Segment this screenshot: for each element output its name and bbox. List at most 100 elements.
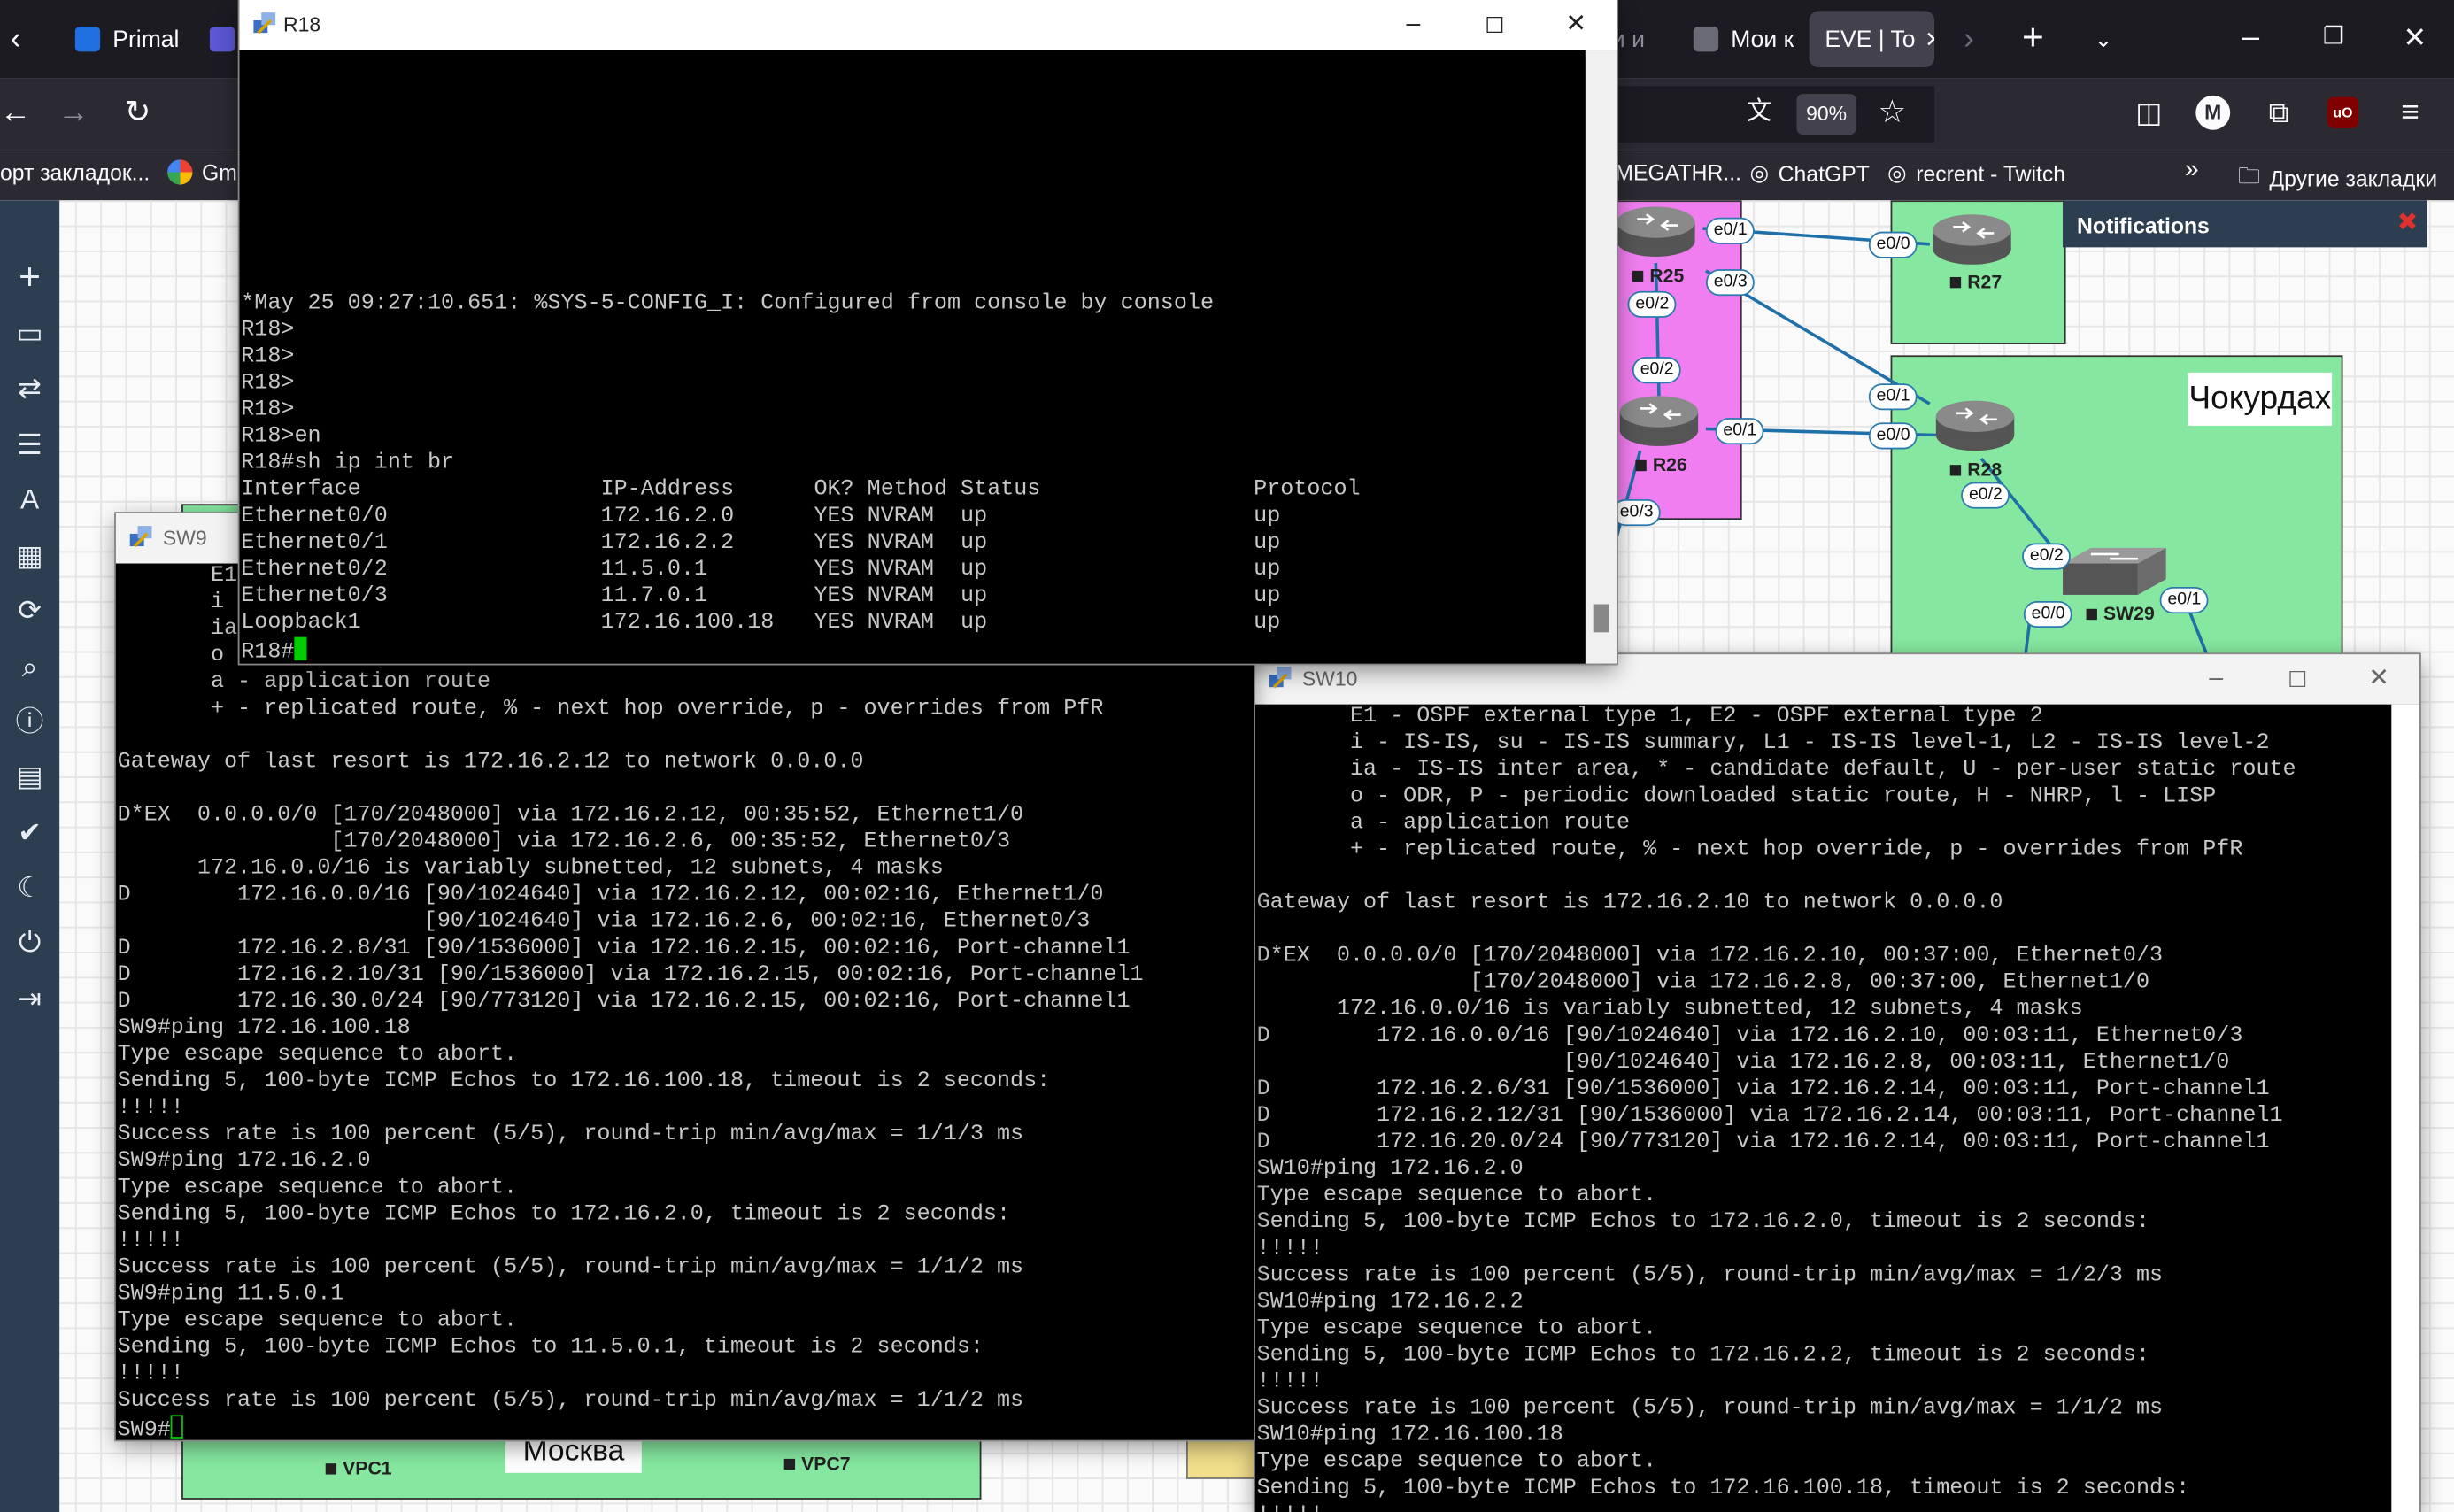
sw10-maximize-icon[interactable]: ☐ [2257,654,2338,705]
router-icon[interactable] [1934,395,2016,454]
r18-close-icon[interactable]: ✕ [1535,0,1617,50]
port-label: e0/2 [2022,543,2072,570]
terminal-line: 172.16.0.0/16 is variably subnetted, 12 … [1256,997,2083,1022]
switch-icon[interactable] [2060,542,2170,601]
tab-moi[interactable]: Мои к [1678,11,1802,67]
bookmark-gmail[interactable]: Gm [167,159,237,185]
r18-scrollbar-thumb[interactable] [1593,604,1609,633]
bookmark-chatgpt[interactable]: ◎ ChatGPT [1749,159,1869,186]
ublock-icon[interactable]: uO [2327,96,2359,128]
terminal-prompt: R18# [241,640,295,664]
terminal-line: D 172.16.2.8/31 [90/1536000] via 172.16.… [117,936,1131,961]
power-icon[interactable]: ⏻ [10,922,50,962]
terminal-line: Success rate is 100 percent (5/5), round… [1256,1262,2164,1289]
menu-icon[interactable]: ≡ [2391,94,2428,131]
port-label: e0/0 [1868,231,1918,258]
lab-details-icon[interactable]: ▤ [10,756,50,797]
more-bookmarks-icon[interactable]: » [2185,157,2199,185]
back-icon[interactable]: ← [0,94,31,131]
node-label-r26[interactable]: R26 [1635,454,1687,476]
bookmark-twitch[interactable]: ◎ recrent - Twitch [1887,159,2065,186]
pocket-icon[interactable]: ◫ [2130,94,2167,131]
status-info-icon[interactable]: ⓘ [10,701,50,742]
restore-browser-icon[interactable]: ❐ [2313,19,2354,56]
translate-icon[interactable]: 文 [1740,94,1778,131]
sw10-scrollbar[interactable] [2391,704,2420,1512]
minimize-browser-icon[interactable]: – [2230,19,2271,56]
r18-terminal-output[interactable]: *May 25 09:27:10.651: %SYS-5-CONFIG_I: C… [241,51,1586,664]
primal-favicon-icon [74,27,101,52]
reload-icon[interactable]: ↻ [119,94,156,131]
router-icon[interactable] [1932,208,2013,267]
extensions-icon[interactable]: ⧉ [2260,94,2297,131]
router-icon[interactable] [1618,390,1700,449]
new-tab-icon[interactable]: + [2014,19,2051,58]
refresh-topology-icon[interactable]: ⟳ [10,590,50,631]
terminal-line: D 172.16.30.0/24 [90/773120] via 172.16.… [117,989,1131,1014]
terminal-line: Sending 5, 100-byte ICMP Echos to 172.16… [1256,1209,2150,1236]
terminal-line: [90/1024640] via 172.16.2.8, 00:03:11, E… [1256,1050,2230,1076]
list-tabs-icon[interactable]: ⌄ [2085,20,2122,58]
terminal-line: !!!!! [117,1228,184,1254]
zoom-level-badge[interactable]: 90% [1796,94,1856,135]
lab-check-icon[interactable]: ✔ [10,813,50,853]
port-label: e0/0 [1868,422,1918,450]
r18-titlebar[interactable]: R18 – ☐ ✕ [239,0,1617,50]
terminal-line: Success rate is 100 percent (5/5), round… [117,1122,1024,1148]
dark-mode-icon[interactable]: ☾ [10,868,50,908]
bookmark-megathread[interactable]: MEGATHR... [1615,159,1741,184]
grid-icon[interactable]: ▦ [10,536,50,576]
networks-icon[interactable]: ⇄ [10,368,50,409]
sw10-minimize-icon[interactable]: – [2175,654,2257,705]
tab-partial[interactable] [194,11,241,67]
router-icon[interactable] [1615,200,1696,259]
terminal-line: Gateway of last resort is 172.16.2.12 to… [117,749,864,775]
r18-terminal-window[interactable]: R18 – ☐ ✕ *May 25 09:27:10.651: %SYS-5-C… [239,0,1617,664]
text-object-icon[interactable]: A [10,479,50,520]
terminal-line: Interface IP-Address OK? Method Status P… [241,477,1361,503]
add-object-icon[interactable]: + [10,258,50,299]
bookmark-star-icon[interactable]: ☆ [1873,94,1910,131]
terminal-line: D 172.16.0.0/16 [90/1024640] via 172.16.… [117,883,1104,908]
node-label-r28[interactable]: R28 [1950,459,2002,481]
node-label-sw29[interactable]: SW29 [2087,603,2155,625]
tab-scroll-right-icon[interactable]: › [1953,20,1984,58]
close-tab-icon[interactable]: ✕ [1925,26,1934,52]
startup-configs-icon[interactable]: ☰ [10,424,50,465]
node-label-r27[interactable]: R27 [1950,271,2002,293]
sw10-close-icon[interactable]: ✕ [2338,654,2419,705]
sw9-terminal-output[interactable]: E1 i ia o a - application route + - repl… [118,564,1254,1440]
terminal-line: E1 - OSPF external type 1, E2 - OSPF ext… [1256,704,2043,729]
r18-maximize-icon[interactable]: ☐ [1454,0,1535,50]
sw10-terminal-output[interactable]: E1 - OSPF external type 1, E2 - OSPF ext… [1257,705,2393,1512]
terminal-line: i - IS-IS, su - IS-IS summary, L1 - IS-I… [1256,730,2270,756]
r18-scrollbar[interactable] [1585,50,1617,664]
node-label-r25[interactable]: R25 [1632,265,1684,287]
r18-minimize-icon[interactable]: – [1372,0,1454,50]
forward-icon[interactable]: → [55,94,92,131]
terminal-line: D 172.16.2.6/31 [90/1536000] via 172.16.… [1256,1076,2270,1102]
tab-hidden[interactable]: и и [1612,11,1675,67]
tab-scroll-left-icon[interactable]: ‹ [0,20,31,58]
tab-eve[interactable]: EVE | To ✕ [1809,11,1935,68]
close-lab-icon[interactable]: ⇥ [10,978,50,1019]
terminal-line: R18> [241,397,295,423]
port-label: e0/3 [1611,499,1662,527]
account-avatar[interactable]: M [2195,95,2231,130]
bookmark-other[interactable]: 🗀 Другие закладки [2238,159,2437,197]
nodes-icon[interactable]: ▭ [10,313,50,354]
node-label-vpc1[interactable]: VPC1 [326,1457,391,1479]
zoom-icon[interactable]: ⌕ [10,646,50,687]
bookmark-import[interactable]: орт закладок... [0,159,150,184]
close-browser-icon[interactable]: ✕ [2395,19,2435,56]
sw9-window-title: SW9 [162,526,207,550]
terminal-line: a - application route [1256,810,1631,837]
port-label: e0/2 [1627,290,1678,318]
node-label-vpc7[interactable]: VPC7 [784,1453,850,1475]
terminal-line: Sending 5, 100-byte ICMP Echos to 11.5.0… [117,1335,984,1361]
sw10-terminal-window[interactable]: SW10 – ☐ ✕ E1 - OSPF external type 1, E2… [1254,654,2420,1512]
close-notifications-icon[interactable]: ✖ [2397,206,2419,237]
terminal-line: Type escape sequence to abort. [117,1308,518,1334]
